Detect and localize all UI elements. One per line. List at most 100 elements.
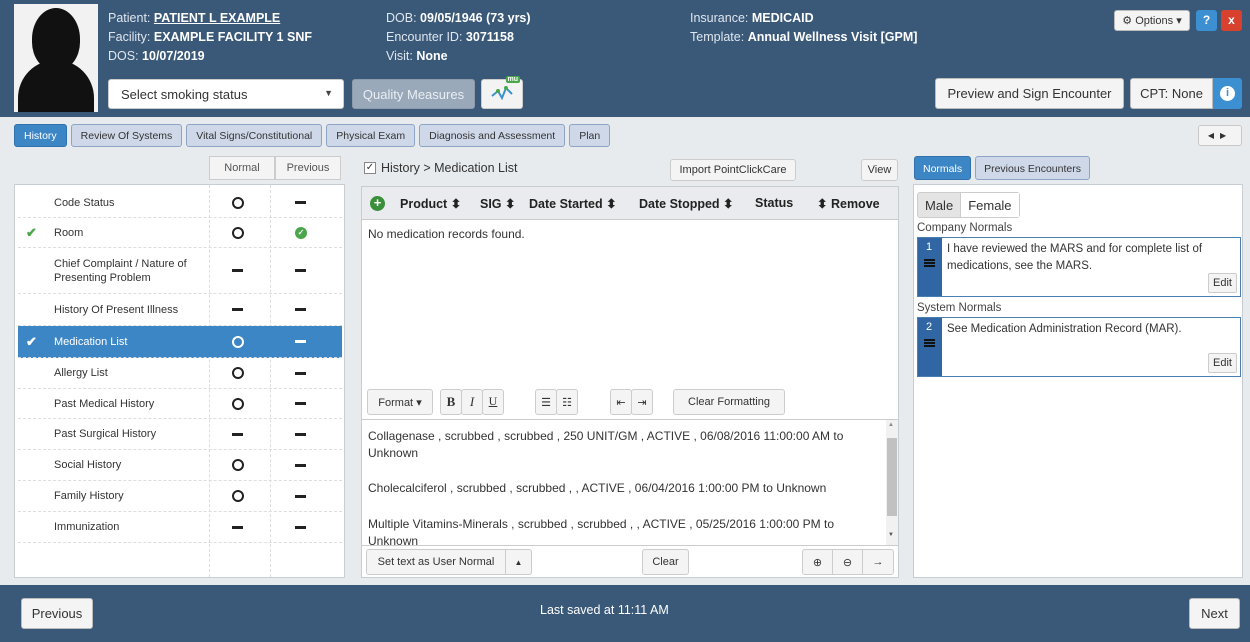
tab-previous-encounters[interactable]: Previous Encounters <box>975 156 1090 180</box>
underline-button[interactable]: U <box>482 389 504 415</box>
col-status[interactable]: Status <box>755 196 793 210</box>
previous-dash-icon[interactable] <box>295 308 306 311</box>
history-item[interactable]: Chief Complaint / Nature of Presenting P… <box>18 248 342 294</box>
normal-circle-icon[interactable] <box>232 367 244 379</box>
normal-dash-icon[interactable] <box>232 308 243 311</box>
cpt-info-button[interactable]: i <box>1213 78 1242 109</box>
notes-textarea[interactable]: Collagenase , scrubbed , scrubbed , 250 … <box>362 419 898 545</box>
col-product[interactable]: Product ⬍ <box>400 196 461 211</box>
normal-column-header[interactable]: Normal <box>209 156 275 180</box>
sex-option-female[interactable]: Female <box>960 193 1019 217</box>
edit-button[interactable]: Edit <box>1208 353 1237 373</box>
tab-review-of-systems[interactable]: Review Of Systems <box>70 124 183 147</box>
help-button[interactable]: ? <box>1196 10 1217 31</box>
footer-bar: Previous Last saved at 11:11 AM Next <box>0 585 1250 642</box>
tab-physical-exam[interactable]: Physical Exam <box>326 124 416 147</box>
clear-button[interactable]: Clear <box>642 549 689 575</box>
history-item[interactable]: Allergy List <box>18 358 342 389</box>
previous-dash-icon[interactable] <box>295 525 306 529</box>
import-pointclickcare-button[interactable]: Import PointClickCare <box>670 159 796 181</box>
previous-dash-icon[interactable] <box>295 201 306 204</box>
sex-option-male[interactable]: Male <box>918 193 960 217</box>
smoking-status-select[interactable]: Select smoking status ▼ <box>108 79 344 109</box>
history-item[interactable]: Family History <box>18 481 342 512</box>
drag-handle-icon[interactable] <box>924 339 935 347</box>
next-button[interactable]: Next <box>1189 598 1240 629</box>
edit-button[interactable]: Edit <box>1208 273 1237 293</box>
normal-dash-icon[interactable] <box>232 432 243 436</box>
normal-circle-icon[interactable] <box>232 226 244 239</box>
scroll-down-icon[interactable]: ▼ <box>888 532 894 538</box>
previous-button[interactable]: Previous <box>21 598 93 629</box>
scroll-thumb[interactable] <box>887 438 897 516</box>
previous-column-header[interactable]: Previous <box>275 156 341 180</box>
history-item[interactable]: Immunization <box>18 512 342 543</box>
col-date-started[interactable]: Date Started ⬍ <box>529 196 617 211</box>
normal-circle-icon[interactable] <box>232 335 244 348</box>
indent-button[interactable]: ⇥ <box>631 389 653 415</box>
normal-circle-icon[interactable] <box>232 196 244 209</box>
set-user-normal-button[interactable]: Set text as User Normal <box>366 549 506 575</box>
tab-vital-signs[interactable]: Vital Signs/Constitutional <box>186 124 323 147</box>
meaningful-use-button[interactable]: mu <box>481 76 523 109</box>
format-dropdown[interactable]: Format ▾ <box>367 389 433 415</box>
history-item[interactable]: Past Surgical History <box>18 419 342 450</box>
patient-name-link[interactable]: PATIENT L EXAMPLE <box>154 11 280 25</box>
scroll-up-icon[interactable]: ▲ <box>888 422 894 428</box>
system-normal-item[interactable]: 2 See Medication Administration Record (… <box>917 317 1241 377</box>
bullet-list-button[interactable]: ☰ <box>535 389 557 415</box>
history-item[interactable]: Past Medical History <box>18 389 342 419</box>
normal-dash-icon[interactable] <box>232 269 243 272</box>
preview-sign-button[interactable]: Preview and Sign Encounter <box>935 78 1124 109</box>
company-normal-item[interactable]: 1 I have reviewed the MARS and for compl… <box>917 237 1241 297</box>
history-item-label: Social History <box>54 459 122 471</box>
tab-scroll-arrows[interactable]: ◀▶ <box>1198 125 1242 146</box>
arrow-right-icon: → <box>872 556 884 568</box>
previous-dash-icon[interactable] <box>295 432 306 436</box>
zoom-out-button[interactable]: ⊖ <box>832 549 863 575</box>
chevron-down-icon: ▼ <box>324 88 333 98</box>
normal-previous-header: Normal Previous <box>209 156 341 180</box>
previous-dash-icon[interactable] <box>295 463 306 467</box>
add-medication-icon[interactable]: + <box>370 196 385 211</box>
outdent-button[interactable]: ⇤ <box>610 389 632 415</box>
tab-history[interactable]: History <box>14 124 67 147</box>
close-button[interactable]: x <box>1221 10 1242 31</box>
normal-circle-icon[interactable] <box>232 459 244 471</box>
history-item[interactable]: Code Status <box>18 188 342 218</box>
drag-handle-icon[interactable] <box>924 259 935 267</box>
previous-dash-icon[interactable] <box>295 371 306 375</box>
options-button[interactable]: ⚙ Options ▾ <box>1114 10 1190 31</box>
col-remove[interactable]: ⬍ Remove <box>817 196 880 211</box>
history-item[interactable]: ✔ Room ✓ <box>18 218 342 248</box>
previous-dash-icon[interactable] <box>295 340 306 343</box>
normal-circle-icon[interactable] <box>232 397 244 410</box>
forward-button[interactable]: → <box>862 549 894 575</box>
user-normal-dropdown[interactable]: ▲ <box>505 549 532 575</box>
italic-button[interactable]: I <box>461 389 483 415</box>
quality-measures-button[interactable]: Quality Measures <box>352 79 475 109</box>
history-item[interactable]: History Of Present Illness <box>18 294 342 326</box>
bold-button[interactable]: B <box>440 389 462 415</box>
col-date-stopped[interactable]: Date Stopped ⬍ <box>639 196 734 211</box>
history-item[interactable]: Social History <box>18 450 342 481</box>
normal-circle-icon[interactable] <box>232 490 244 502</box>
previous-check-icon[interactable]: ✓ <box>295 226 307 239</box>
previous-dash-icon[interactable] <box>295 402 306 405</box>
medication-list-checkbox[interactable]: ✓ <box>364 162 376 174</box>
col-sig[interactable]: SIG ⬍ <box>480 196 516 211</box>
notes-scrollbar[interactable]: ▲ ▼ <box>886 420 898 545</box>
previous-dash-icon[interactable] <box>295 494 306 498</box>
tab-plan[interactable]: Plan <box>569 124 611 147</box>
tab-normals[interactable]: Normals <box>914 156 972 180</box>
clear-formatting-button[interactable]: Clear Formatting <box>673 389 785 415</box>
zoom-in-button[interactable]: ⊕ <box>802 549 833 575</box>
view-button[interactable]: View <box>861 159 898 181</box>
tab-diagnosis[interactable]: Diagnosis and Assessment <box>419 124 566 147</box>
history-item-label: Immunization <box>54 521 120 533</box>
history-item[interactable]: ✔ Medication List <box>18 326 342 358</box>
numbered-list-button[interactable]: ☷ <box>556 389 578 415</box>
normal-dash-icon[interactable] <box>232 525 243 529</box>
previous-dash-icon[interactable] <box>295 269 306 272</box>
cpt-button[interactable]: CPT: None <box>1130 78 1213 109</box>
